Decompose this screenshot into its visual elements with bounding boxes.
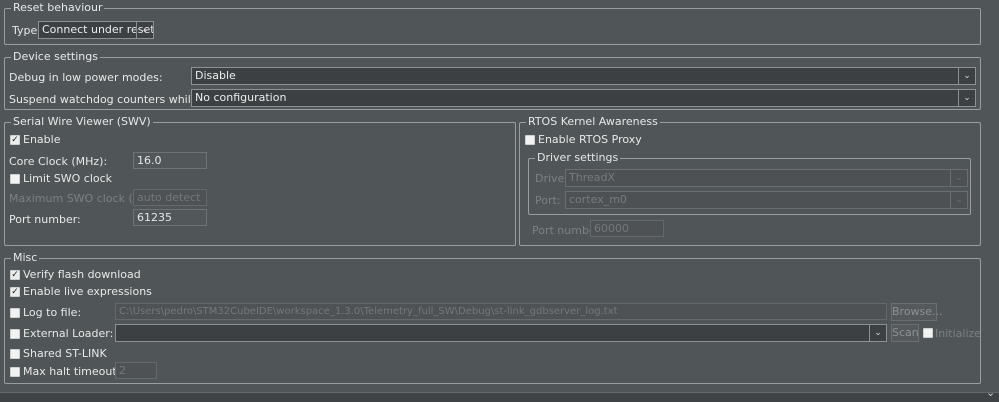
misc-group: Misc ✓ Verify flash download ✓ Enable li… [4,251,982,384]
live-expressions-label: Enable live expressions [23,285,152,298]
chevron-down-icon: ⌄ [950,192,967,208]
suspend-watchdog-select[interactable]: No configuration ⌄ [191,89,976,107]
shared-stlink-label: Shared ST-LINK [23,347,107,360]
chevron-down-icon: ⌄ [950,170,967,186]
debug-low-power-label: Debug in low power modes: [9,71,163,84]
scan-button[interactable]: Scan [891,324,919,342]
misc-title: Misc [11,251,40,264]
verify-flash-checkbox[interactable]: ✓ [10,270,20,280]
device-settings-title: Device settings [11,50,100,63]
swv-title: Serial Wire Viewer (SWV) [11,115,153,128]
external-loader-label: External Loader: [23,327,114,340]
reset-type-select[interactable]: Connect under reset ⌄ [38,21,154,39]
reset-behaviour-group: Reset behaviour Type: Connect under rese… [4,1,981,45]
driver-select[interactable]: ThreadX ⌄ [565,169,968,187]
external-loader-select[interactable]: ⌄ [115,324,887,342]
driver-settings-group: Driver settings Driver: ThreadX ⌄ Port: … [528,151,971,215]
limit-swo-checkbox[interactable] [10,174,20,184]
verify-flash-label: Verify flash download [23,268,141,281]
limit-swo-label: Limit SWO clock [23,172,113,185]
driver-settings-title: Driver settings [535,151,621,164]
swv-port-label: Port number: [9,213,81,226]
core-clock-label: Core Clock (MHz): [9,155,108,168]
reset-behaviour-title: Reset behaviour [11,1,105,14]
swv-port-input[interactable]: 61235 [133,209,207,226]
chevron-down-icon: ⌄ [986,386,996,399]
rtos-port-number-input[interactable]: 60000 [590,220,664,237]
driver-value: ThreadX [569,171,615,184]
chevron-down-icon: ⌄ [136,22,153,38]
core-clock-input[interactable]: 16.0 [133,152,207,169]
log-to-file-checkbox[interactable] [10,308,20,318]
enable-rtos-proxy-label: Enable RTOS Proxy [538,133,642,146]
reset-type-label: Type: [12,24,41,37]
swv-enable-label: Enable [23,133,61,146]
rtos-port-value: cortex_m0 [569,193,627,206]
rtos-title: RTOS Kernel Awareness [526,115,660,128]
rtos-port-label: Port: [535,194,561,207]
swv-group: Serial Wire Viewer (SWV) ✓ Enable Core C… [4,115,516,246]
chevron-down-icon: ⌄ [958,68,975,84]
log-to-file-label: Log to file: [23,306,82,319]
suspend-watchdog-value: No configuration [195,91,287,104]
max-swo-input[interactable]: auto detect [133,189,207,206]
debug-low-power-select[interactable]: Disable ⌄ [191,67,976,85]
initialize-checkbox[interactable] [923,328,933,338]
chevron-down-icon: ⌄ [958,90,975,106]
external-loader-checkbox[interactable] [10,329,20,339]
check-icon: ✓ [11,270,19,280]
debug-low-power-value: Disable [195,69,236,82]
browse-button[interactable]: Browse... [891,303,943,321]
log-file-path-input[interactable]: C:\Users\pedro\STM32CubeIDE\workspace_1.… [115,303,887,320]
check-icon: ✓ [11,135,19,145]
max-halt-checkbox[interactable] [10,367,20,377]
max-halt-input[interactable]: 2 [115,362,157,379]
live-expressions-checkbox[interactable]: ✓ [10,287,20,297]
shared-stlink-checkbox[interactable] [10,349,20,359]
initialize-label: Initialize [935,327,982,340]
device-settings-group: Device settings Debug in low power modes… [4,50,981,110]
check-icon: ✓ [11,287,19,297]
enable-rtos-proxy-checkbox[interactable] [525,135,535,145]
swv-enable-checkbox[interactable]: ✓ [10,135,20,145]
rtos-port-select[interactable]: cortex_m0 ⌄ [565,191,968,209]
rtos-group: RTOS Kernel Awareness Enable RTOS Proxy … [519,115,981,246]
chevron-down-icon: ⌄ [869,325,886,341]
